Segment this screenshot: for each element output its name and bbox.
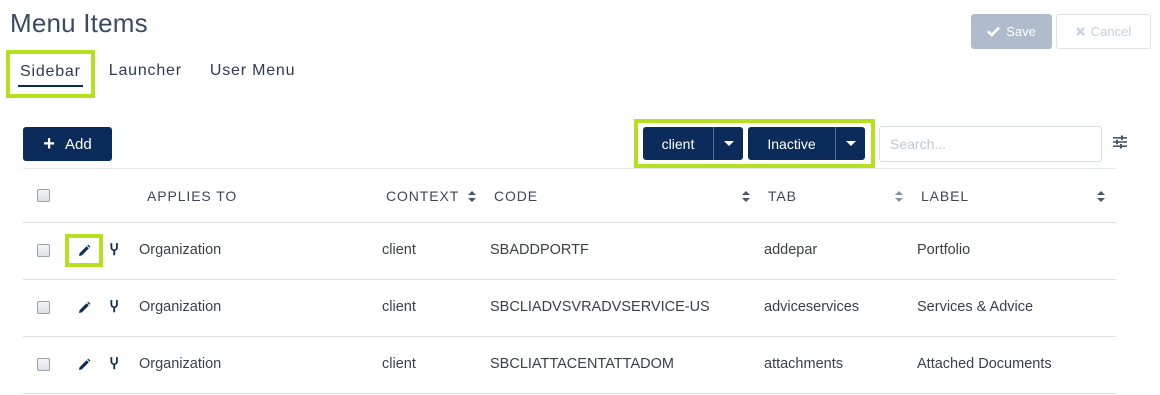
context-cell: client xyxy=(382,356,416,372)
cancel-button[interactable]: Cancel xyxy=(1056,14,1151,49)
label-cell: Attached Documents xyxy=(917,356,1052,372)
filter-group: client Inactive xyxy=(634,119,875,168)
applies-to-cell: Organization xyxy=(139,242,222,258)
cancel-button-label: Cancel xyxy=(1090,24,1132,39)
tab-cell: adviceservices xyxy=(764,299,860,315)
edit-button[interactable] xyxy=(65,234,103,267)
search-input[interactable] xyxy=(879,126,1102,162)
column-tab[interactable]: TAB xyxy=(768,188,797,204)
status-filter-dropdown[interactable]: Inactive xyxy=(748,127,865,160)
save-button[interactable]: Save xyxy=(971,14,1052,49)
add-button-label: Add xyxy=(64,135,92,153)
tab-cell: addepar xyxy=(764,242,818,258)
tab-cell: attachments xyxy=(764,356,843,372)
sort-icon[interactable] xyxy=(1097,191,1105,203)
save-button-label: Save xyxy=(1006,24,1036,39)
sort-icon[interactable] xyxy=(895,191,903,203)
context-filter-label: client xyxy=(661,135,695,152)
column-context[interactable]: CONTEXT xyxy=(386,188,459,204)
code-cell: SBCLIADVSVRADVSERVICE-US xyxy=(490,299,710,315)
column-label[interactable]: LABEL xyxy=(921,188,969,204)
fork-icon[interactable]: Ⴤ xyxy=(110,356,118,373)
context-cell: client xyxy=(382,299,416,315)
row-checkbox[interactable] xyxy=(37,301,50,314)
applies-to-cell: Organization xyxy=(139,299,222,315)
tab-bar: Sidebar Launcher User Menu xyxy=(6,50,309,98)
context-filter-dropdown[interactable]: client xyxy=(643,127,743,160)
sort-icon[interactable] xyxy=(742,191,750,203)
code-cell: SBADDPORTF xyxy=(490,242,589,258)
tab-launcher[interactable]: Launcher xyxy=(95,50,196,98)
table-row: Ⴤ Organization client SBCLIATTACENTATTAD… xyxy=(23,337,1116,394)
column-applies-to[interactable]: APPLIES TO xyxy=(147,188,237,204)
applies-to-cell: Organization xyxy=(139,356,222,372)
label-cell: Services & Advice xyxy=(917,299,1034,315)
page-title: Menu Items xyxy=(10,8,148,38)
sort-icon[interactable] xyxy=(468,191,476,203)
edit-button[interactable] xyxy=(69,295,99,320)
add-button[interactable]: + Add xyxy=(23,127,112,161)
tab-sidebar[interactable]: Sidebar xyxy=(6,50,95,98)
chevron-down-icon[interactable] xyxy=(835,127,865,160)
tab-sidebar-label: Sidebar xyxy=(18,59,83,87)
plus-icon: + xyxy=(43,133,55,155)
table-header: APPLIES TO CONTEXT CODE TAB LABEL xyxy=(23,168,1116,223)
close-icon xyxy=(1075,27,1085,36)
row-checkbox[interactable] xyxy=(37,358,50,371)
code-cell: SBCLIATTACENTATTADOM xyxy=(490,356,674,372)
chevron-down-icon[interactable] xyxy=(713,127,743,160)
edit-button[interactable] xyxy=(69,352,99,377)
select-all-checkbox[interactable] xyxy=(37,189,50,202)
fork-icon[interactable]: Ⴤ xyxy=(110,299,118,316)
label-cell: Portfolio xyxy=(917,242,971,258)
pencil-icon xyxy=(79,301,91,313)
check-icon xyxy=(987,26,1001,37)
status-filter-label: Inactive xyxy=(767,135,816,152)
tab-user-menu[interactable]: User Menu xyxy=(196,50,309,98)
table-row: Ⴤ Organization client SBCLIADVSVRADVSERV… xyxy=(23,280,1116,337)
fork-icon[interactable]: Ⴤ xyxy=(110,242,118,259)
pencil-icon xyxy=(79,244,91,256)
table-row: Ⴤ Organization client SBADDPORTF addepar… xyxy=(23,223,1116,280)
pencil-icon xyxy=(79,358,91,370)
column-code[interactable]: CODE xyxy=(494,188,538,204)
sliders-icon[interactable] xyxy=(1112,134,1128,150)
context-cell: client xyxy=(382,242,416,258)
row-checkbox[interactable] xyxy=(37,244,50,257)
